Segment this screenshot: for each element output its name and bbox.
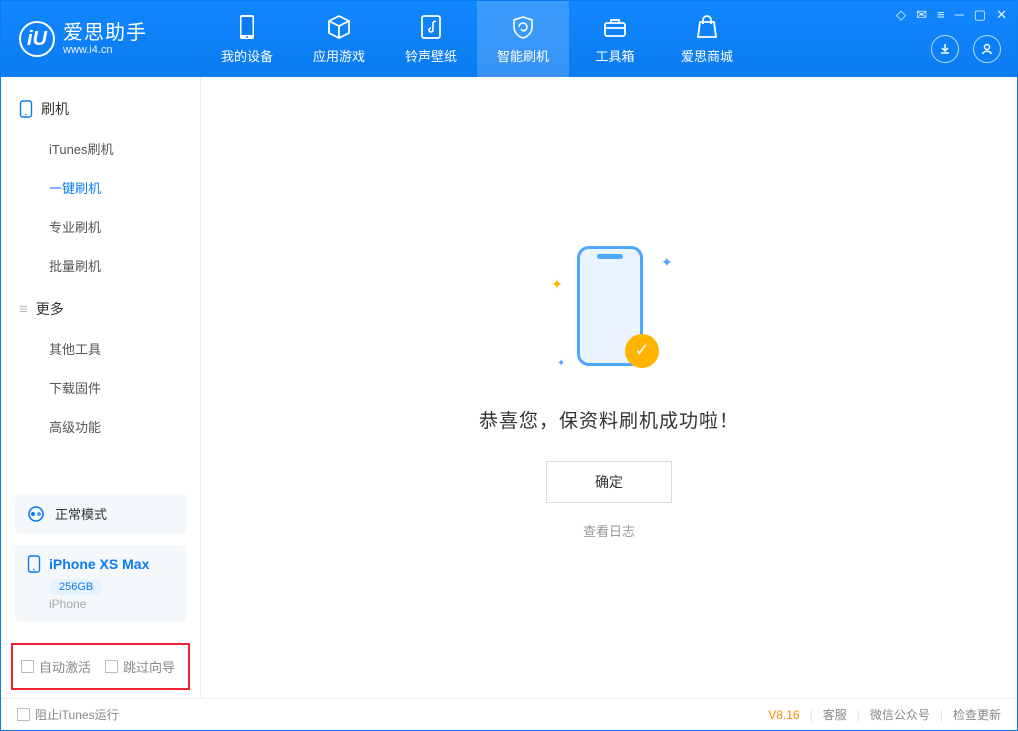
sidebar-section-flash: 刷机 iTunes刷机 一键刷机 专业刷机 批量刷机 [1,91,200,291]
device-name: iPhone XS Max [49,556,149,572]
device-phone-icon [27,555,41,573]
sparkle-icon: ✦ [551,276,559,284]
skin-icon[interactable]: ◇ [896,7,906,23]
device-icon [234,14,260,40]
download-button[interactable] [931,35,959,63]
tab-toolbox[interactable]: 工具箱 [569,1,661,77]
checkbox-label: 自动激活 [39,657,91,676]
checkbox-icon [17,708,30,721]
refresh-shield-icon [510,14,536,40]
sparkle-icon: ✦ [557,358,565,366]
feedback-icon[interactable]: ✉ [916,7,927,23]
logo-icon: iU [19,21,55,57]
checkbox-label: 阻止iTunes运行 [35,706,119,723]
sidebar-item-itunes-flash[interactable]: iTunes刷机 [1,129,200,168]
device-card[interactable]: iPhone XS Max 256GB iPhone [15,545,186,621]
tab-label: 智能刷机 [497,46,549,65]
success-message: 恭喜您，保资料刷机成功啦！ [479,406,739,433]
checkbox-skip-guide[interactable]: 跳过向导 [105,657,175,676]
device-capacity: 256GB [49,579,103,595]
ok-button[interactable]: 确定 [546,461,672,503]
check-update-link[interactable]: 检查更新 [953,706,1001,723]
close-icon[interactable]: ✕ [996,7,1007,23]
mode-icon [27,505,45,523]
app-title: 爱思助手 [63,22,147,44]
window-controls-top: ◇ ✉ ≡ ─ ▢ ✕ [896,7,1007,23]
checkbox-block-itunes[interactable]: 阻止iTunes运行 [17,706,119,723]
tab-label: 应用游戏 [313,46,365,65]
tab-label: 我的设备 [221,46,273,65]
sidebar-section-title: 更多 [36,299,64,319]
sidebar-item-oneclick-flash[interactable]: 一键刷机 [1,168,200,207]
footer: 阻止iTunes运行 V8.16 | 客服 | 微信公众号 | 检查更新 [1,698,1017,730]
tab-ringtones[interactable]: 铃声壁纸 [385,1,477,77]
checkbox-label: 跳过向导 [123,657,175,676]
music-icon [418,14,444,40]
maximize-icon[interactable]: ▢ [974,7,986,23]
main-content: ✦ ✦ ✦ ✓ 恭喜您，保资料刷机成功啦！ 确定 查看日志 [201,77,1017,698]
checkbox-icon [21,660,34,673]
wechat-link[interactable]: 微信公众号 [870,706,930,723]
toolbox-icon [602,14,628,40]
tab-my-device[interactable]: 我的设备 [201,1,293,77]
list-icon: ≡ [19,301,28,318]
sidebar-item-firmware[interactable]: 下载固件 [1,368,200,407]
minimize-icon[interactable]: ─ [955,7,964,23]
header: iU 爱思助手 www.i4.cn 我的设备 应用游戏 铃声壁纸 智能刷机 [1,1,1017,77]
phone-outline-icon [19,100,33,118]
device-type: iPhone [49,597,174,611]
support-link[interactable]: 客服 [823,706,847,723]
logo: iU 爱思助手 www.i4.cn [1,21,201,57]
sparkle-icon: ✦ [661,254,669,262]
device-mode-card[interactable]: 正常模式 [15,494,186,533]
tab-store[interactable]: 爱思商城 [661,1,753,77]
tab-label: 爱思商城 [681,46,733,65]
highlighted-options: 自动激活 跳过向导 [11,643,190,690]
sidebar-head-flash: 刷机 [1,91,200,129]
menu-icon[interactable]: ≡ [937,7,945,23]
sidebar-item-batch-flash[interactable]: 批量刷机 [1,246,200,285]
success-check-icon: ✓ [625,334,659,368]
sidebar-item-other-tools[interactable]: 其他工具 [1,329,200,368]
app-window: iU 爱思助手 www.i4.cn 我的设备 应用游戏 铃声壁纸 智能刷机 [0,0,1018,731]
sidebar: 刷机 iTunes刷机 一键刷机 专业刷机 批量刷机 ≡ 更多 其他工具 下载固… [1,77,201,698]
sidebar-section-more: ≡ 更多 其他工具 下载固件 高级功能 [1,291,200,452]
user-button[interactable] [973,35,1001,63]
sidebar-item-advanced[interactable]: 高级功能 [1,407,200,446]
tab-label: 工具箱 [595,46,634,65]
version-label: V8.16 [768,708,799,722]
view-log-link[interactable]: 查看日志 [583,521,635,540]
body: 刷机 iTunes刷机 一键刷机 专业刷机 批量刷机 ≡ 更多 其他工具 下载固… [1,77,1017,698]
tab-label: 铃声壁纸 [405,46,457,65]
tab-flash[interactable]: 智能刷机 [477,1,569,77]
sidebar-head-more: ≡ 更多 [1,291,200,329]
header-right-buttons [931,35,1001,63]
mode-label: 正常模式 [55,504,107,523]
bag-icon [694,14,720,40]
nav-tabs: 我的设备 应用游戏 铃声壁纸 智能刷机 工具箱 爱思商城 [201,1,753,77]
cube-icon [326,14,352,40]
sidebar-section-title: 刷机 [41,99,69,119]
checkbox-auto-activate[interactable]: 自动激活 [21,657,91,676]
tab-apps[interactable]: 应用游戏 [293,1,385,77]
sidebar-item-pro-flash[interactable]: 专业刷机 [1,207,200,246]
app-subtitle: www.i4.cn [63,44,147,56]
checkbox-icon [105,660,118,673]
success-illustration: ✦ ✦ ✦ ✓ [549,236,669,386]
